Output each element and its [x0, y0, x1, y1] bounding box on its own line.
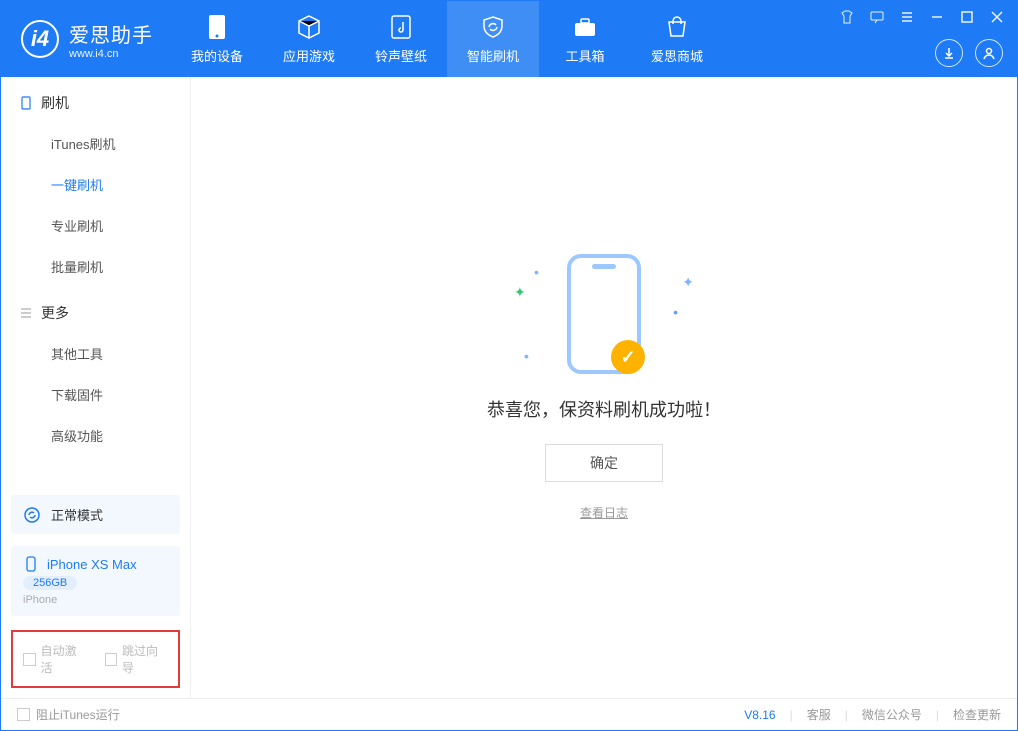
device-icon	[23, 556, 39, 572]
checkbox-label: 跳过向导	[122, 642, 168, 676]
sync-icon	[23, 506, 41, 524]
device-icon	[204, 14, 230, 40]
checkbox-icon	[23, 653, 36, 666]
checkmark-badge-icon: ✓	[611, 340, 645, 374]
skin-icon[interactable]	[837, 7, 857, 27]
sidebar-group-more: 更多	[1, 287, 190, 333]
download-manager-button[interactable]	[935, 39, 963, 67]
mode-label: 正常模式	[51, 505, 103, 524]
checkbox-icon	[17, 708, 30, 721]
checkbox-label: 阻止iTunes运行	[36, 706, 120, 723]
separator: |	[845, 708, 848, 722]
status-link-support[interactable]: 客服	[807, 706, 831, 723]
cube-icon	[296, 14, 322, 40]
store-icon	[664, 14, 690, 40]
separator: |	[790, 708, 793, 722]
menu-icon[interactable]	[897, 7, 917, 27]
sidebar-group-flash: 刷机	[1, 77, 190, 123]
device-type: iPhone	[23, 594, 57, 606]
status-link-wechat[interactable]: 微信公众号	[862, 706, 922, 723]
checkbox-block-itunes[interactable]: 阻止iTunes运行	[17, 706, 120, 723]
music-file-icon	[388, 14, 414, 40]
checkbox-icon	[105, 653, 118, 666]
nav-tab-apps-games[interactable]: 应用游戏	[263, 1, 355, 77]
sidebar-item-oneclick-flash[interactable]: 一键刷机	[1, 164, 190, 205]
feedback-icon[interactable]	[867, 7, 887, 27]
close-button[interactable]	[987, 7, 1007, 27]
nav-label: 爱思商城	[651, 46, 703, 65]
app-name-en: www.i4.cn	[69, 48, 153, 60]
nav-label: 应用游戏	[283, 46, 335, 65]
logo-icon: i4	[21, 20, 59, 58]
checkbox-auto-activate[interactable]: 自动激活	[23, 642, 87, 676]
group-title: 更多	[41, 303, 69, 323]
sidebar-item-itunes-flash[interactable]: iTunes刷机	[1, 123, 190, 164]
nav-tab-toolbox[interactable]: 工具箱	[539, 1, 631, 77]
checkbox-skip-guide[interactable]: 跳过向导	[105, 642, 169, 676]
device-mode-card[interactable]: 正常模式	[11, 495, 180, 534]
nav-label: 我的设备	[191, 46, 243, 65]
phone-outline-icon: ✓	[567, 254, 641, 374]
nav-label: 工具箱	[565, 46, 604, 65]
nav-label: 铃声壁纸	[375, 46, 427, 65]
sidebar-item-download-firmware[interactable]: 下载固件	[1, 374, 190, 415]
separator: |	[936, 708, 939, 722]
app-name-cn: 爱思助手	[69, 19, 153, 48]
device-name: iPhone XS Max	[47, 557, 137, 572]
nav-tab-store[interactable]: 爱思商城	[631, 1, 723, 77]
refresh-shield-icon	[480, 14, 506, 40]
success-illustration: ✦ • ✦ • • ✓	[544, 254, 664, 374]
app-logo: i4 爱思助手 www.i4.cn	[1, 1, 171, 77]
minimize-button[interactable]	[927, 7, 947, 27]
sidebar-item-other-tools[interactable]: 其他工具	[1, 333, 190, 374]
device-card[interactable]: iPhone XS Max 256GB iPhone	[11, 546, 180, 616]
nav-label: 智能刷机	[467, 46, 519, 65]
version-label: V8.16	[744, 708, 775, 722]
nav-tab-smart-flash[interactable]: 智能刷机	[447, 1, 539, 77]
checkbox-label: 自动激活	[41, 642, 87, 676]
toolbox-icon	[572, 14, 598, 40]
sidebar-item-advanced[interactable]: 高级功能	[1, 415, 190, 456]
user-account-button[interactable]	[975, 39, 1003, 67]
sidebar-item-batch-flash[interactable]: 批量刷机	[1, 246, 190, 287]
device-storage-badge: 256GB	[23, 576, 77, 590]
status-link-check-update[interactable]: 检查更新	[953, 706, 1001, 723]
sidebar-item-pro-flash[interactable]: 专业刷机	[1, 205, 190, 246]
ok-button[interactable]: 确定	[545, 444, 663, 482]
nav-tab-my-device[interactable]: 我的设备	[171, 1, 263, 77]
nav-tab-ringtone-wallpaper[interactable]: 铃声壁纸	[355, 1, 447, 77]
view-log-link[interactable]: 查看日志	[580, 504, 628, 521]
group-title: 刷机	[41, 93, 69, 113]
maximize-button[interactable]	[957, 7, 977, 27]
flash-options-box: 自动激活 跳过向导	[11, 630, 180, 688]
success-message: 恭喜您，保资料刷机成功啦！	[487, 396, 721, 422]
phone-icon	[19, 96, 33, 110]
list-icon	[19, 306, 33, 320]
